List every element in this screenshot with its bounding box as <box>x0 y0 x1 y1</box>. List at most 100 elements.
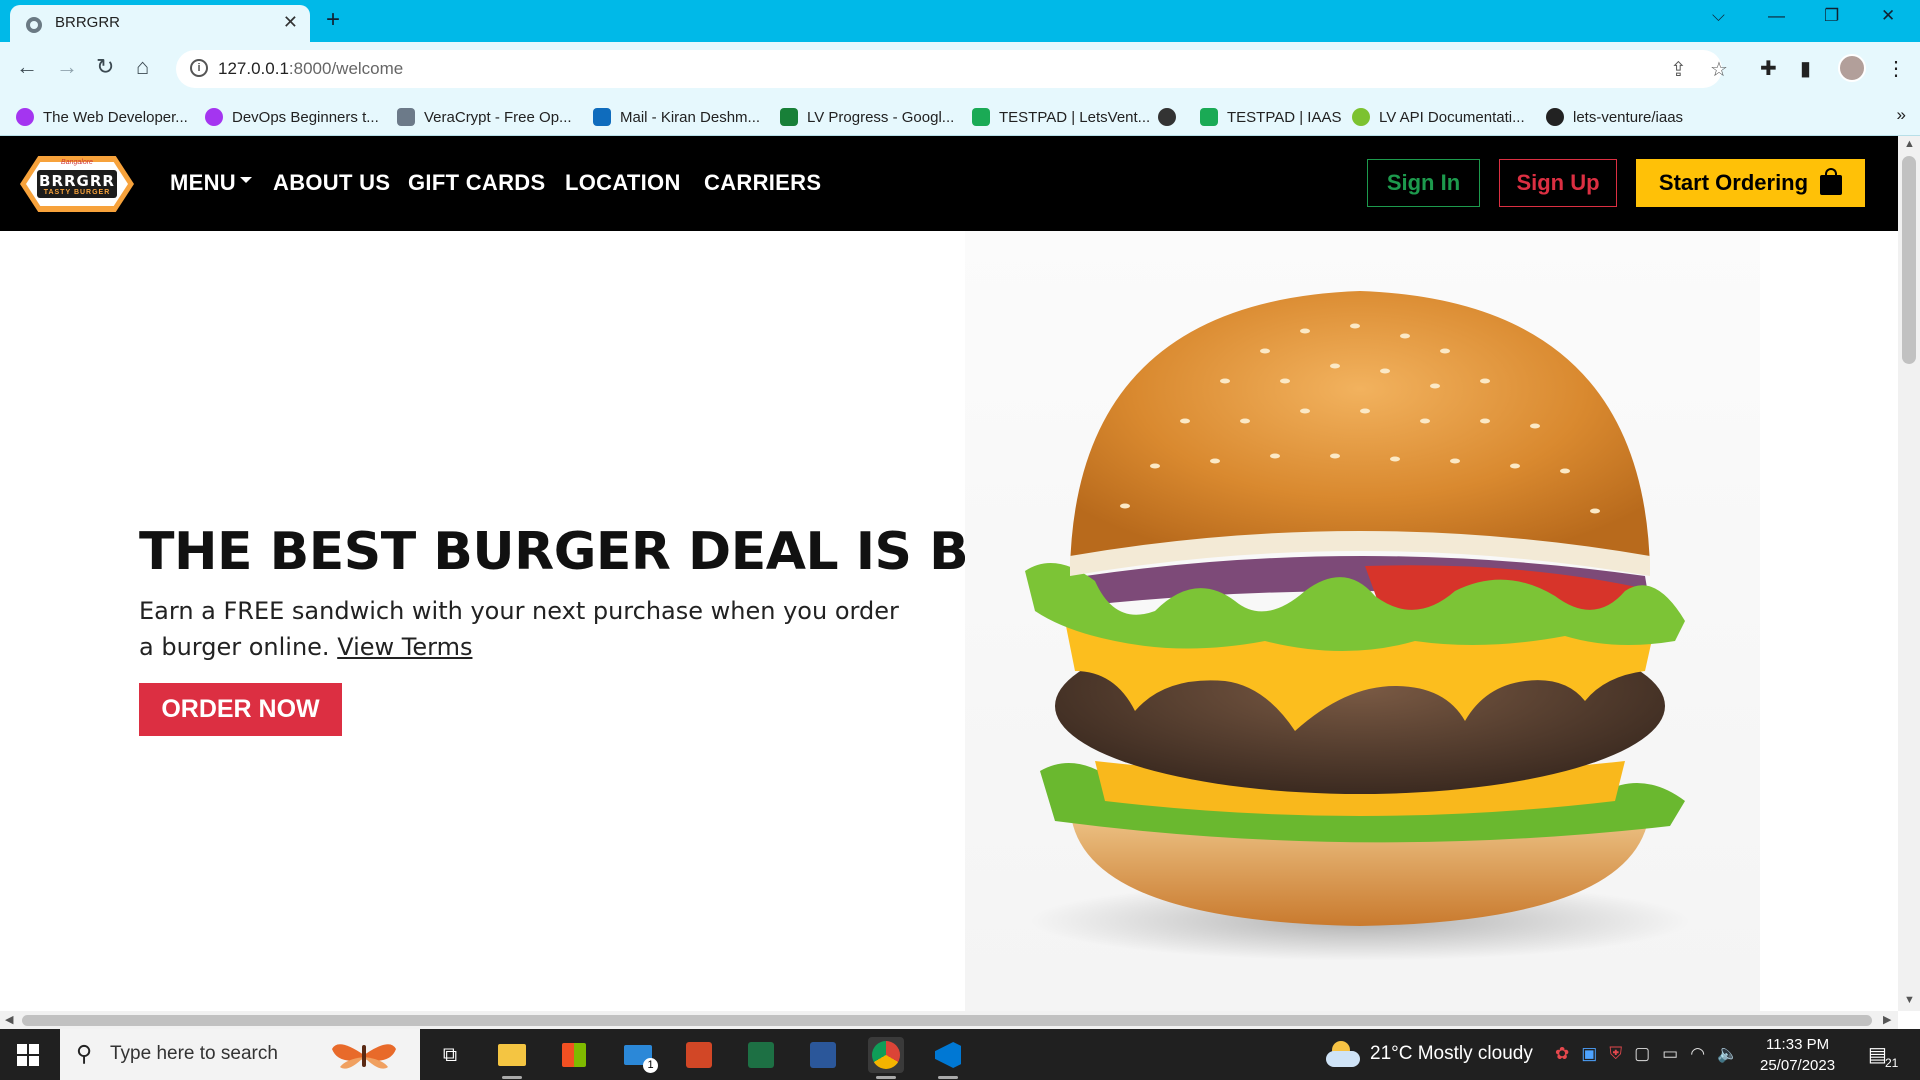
profile-avatar[interactable] <box>1838 54 1866 82</box>
microsoft-store-icon[interactable] <box>556 1037 592 1073</box>
sign-up-button[interactable]: Sign Up <box>1499 159 1617 207</box>
side-panel-icon[interactable]: ▮ <box>1800 56 1811 81</box>
bookmark-label: LV Progress - Googl... <box>807 108 955 126</box>
caret-down-icon <box>239 177 252 184</box>
powerpoint-icon[interactable] <box>681 1037 717 1073</box>
sign-in-button[interactable]: Sign In <box>1367 159 1480 207</box>
view-terms-link[interactable]: View Terms <box>337 633 472 661</box>
horizontal-scrollbar[interactable]: ◀ ▶ <box>0 1011 1898 1029</box>
globe-icon <box>1158 108 1176 126</box>
start-ordering-button[interactable]: Start Ordering <box>1636 159 1865 207</box>
search-icon: ⚲ <box>76 1041 93 1066</box>
more-bookmarks-icon[interactable]: » <box>1897 105 1906 125</box>
bookmark-item[interactable]: LV Progress - Googl... <box>780 106 954 128</box>
swagger-icon <box>1352 108 1370 126</box>
windows-taskbar: ⚲ Type here to search ⧉ 1 21°C Mostly cl… <box>0 1029 1920 1080</box>
bookmark-label: LV API Documentati... <box>1379 108 1525 126</box>
bookmark-label: Mail - Kiran Deshm... <box>620 108 761 126</box>
moth-illustration-icon <box>332 1044 396 1069</box>
clock-date: 25/07/2023 <box>1760 1057 1836 1074</box>
shopping-bag-icon <box>1820 168 1843 195</box>
taskbar-clock[interactable]: 11:33 PM 25/07/2023 <box>1760 1034 1835 1076</box>
weather-widget[interactable]: 21°C Mostly cloudy <box>1326 1041 1533 1067</box>
more-menu-icon[interactable]: ⋮ <box>1886 56 1906 81</box>
address-bar[interactable]: i 127.0.0.1:8000/welcome ⇪ ☆ <box>176 50 1728 88</box>
vscode-icon[interactable] <box>930 1037 966 1079</box>
bookmark-item[interactable]: VeraCrypt - Free Op... <box>397 106 572 128</box>
device-icon[interactable]: ▢ <box>1634 1044 1650 1064</box>
word-icon[interactable] <box>805 1037 841 1073</box>
veracrypt-icon <box>397 108 415 126</box>
close-tab-icon[interactable]: ✕ <box>283 12 298 33</box>
windows-start-icon[interactable] <box>17 1044 39 1066</box>
scroll-down-icon[interactable]: ▼ <box>1904 994 1915 1006</box>
task-view-icon[interactable]: ⧉ <box>432 1037 468 1073</box>
vertical-scroll-thumb[interactable] <box>1902 156 1916 364</box>
tab-title: BRRGRR <box>55 14 121 31</box>
site-header: Bangalore BRRGRR TASTY BURGER MENU ABOUT… <box>0 136 1898 231</box>
battery-icon[interactable]: ▭ <box>1662 1044 1678 1064</box>
new-tab-button[interactable]: + <box>326 6 340 34</box>
bookmark-item[interactable]: LV API Documentati... <box>1352 106 1525 128</box>
close-window-icon[interactable]: ✕ <box>1881 6 1895 26</box>
burger-image <box>965 231 1760 1011</box>
excel-icon[interactable] <box>743 1037 779 1073</box>
forward-icon[interactable]: → <box>56 54 78 80</box>
hero-title: THE BEST BURGER DEAL IS BACK <box>139 522 1086 582</box>
extensions-icon[interactable]: ✚ <box>1760 56 1777 81</box>
order-now-button[interactable]: ORDER NOW <box>139 683 342 736</box>
bookmark-star-icon[interactable]: ☆ <box>1710 57 1728 82</box>
github-icon <box>1546 108 1564 126</box>
logo-subtitle: TASTY BURGER <box>43 189 111 196</box>
scroll-up-icon[interactable]: ▲ <box>1904 138 1915 150</box>
weather-text: 21°C Mostly cloudy <box>1370 1043 1533 1064</box>
browser-tab[interactable]: BRRGRR ✕ <box>10 5 310 42</box>
horizontal-scroll-thumb[interactable] <box>22 1015 1872 1026</box>
bookmark-label: DevOps Beginners t... <box>232 108 379 126</box>
network-app-icon[interactable]: ▣ <box>1581 1044 1597 1064</box>
url-host: 127.0.0.1 <box>218 59 289 78</box>
nav-carriers[interactable]: CARRIERS <box>704 170 821 196</box>
restore-icon[interactable]: ❐ <box>1824 6 1839 26</box>
nav-about-us[interactable]: ABOUT US <box>273 170 390 196</box>
bookmark-item[interactable]: TESTPAD | LetsVent... <box>972 106 1150 128</box>
globe-icon <box>26 17 42 33</box>
scroll-left-icon[interactable]: ◀ <box>5 1013 13 1026</box>
bookmark-item[interactable] <box>1158 106 1185 128</box>
browser-toolbar: ← → ↻ ⌂ i 127.0.0.1:8000/welcome ⇪ ☆ ✚ ▮… <box>0 42 1920 97</box>
reload-icon[interactable]: ↻ <box>96 54 114 80</box>
logo-wordmark: BRRGRR <box>39 172 115 190</box>
wifi-icon[interactable]: ◠ <box>1690 1044 1705 1064</box>
nav-gift-cards[interactable]: GIFT CARDS <box>408 170 545 196</box>
nav-menu[interactable]: MENU <box>170 170 252 196</box>
scroll-right-icon[interactable]: ▶ <box>1883 1013 1891 1026</box>
nav-location[interactable]: LOCATION <box>565 170 681 196</box>
url-text: 127.0.0.1:8000/welcome <box>218 59 403 79</box>
site-info-icon[interactable]: i <box>190 59 208 77</box>
bookmark-label: The Web Developer... <box>43 108 188 126</box>
bookmark-item[interactable]: DevOps Beginners t... <box>205 106 379 128</box>
app-tray-icon[interactable]: ✿ <box>1555 1044 1569 1064</box>
home-icon[interactable]: ⌂ <box>136 54 149 80</box>
cloudy-weather-icon <box>1326 1041 1360 1067</box>
volume-icon[interactable]: 🔈 <box>1717 1044 1738 1064</box>
taskbar-search-box[interactable]: ⚲ Type here to search <box>60 1029 420 1080</box>
file-explorer-icon[interactable] <box>494 1037 530 1079</box>
bookmark-item[interactable]: Mail - Kiran Deshm... <box>593 106 760 128</box>
hero-text: Earn a FREE sandwich with your next purc… <box>139 597 899 661</box>
share-icon[interactable]: ⇪ <box>1670 57 1687 82</box>
outlook-icon <box>593 108 611 126</box>
bookmark-item[interactable]: lets-venture/iaas <box>1546 106 1683 128</box>
chrome-icon[interactable] <box>868 1037 904 1079</box>
back-icon[interactable]: ← <box>16 54 38 80</box>
bookmark-label: lets-venture/iaas <box>1573 108 1684 126</box>
brrgrr-logo[interactable]: Bangalore BRRGRR TASTY BURGER <box>20 156 134 212</box>
mail-icon[interactable]: 1 <box>620 1037 658 1073</box>
tab-search-icon[interactable]: ⌵ <box>1712 6 1725 26</box>
minimize-icon[interactable]: — <box>1768 6 1785 26</box>
bookmark-item[interactable]: TESTPAD | IAAS <box>1200 106 1341 128</box>
bookmark-item[interactable]: The Web Developer... <box>16 106 188 128</box>
security-shield-icon[interactable]: ⛨ <box>1609 1044 1622 1064</box>
clock-time: 11:33 PM <box>1765 1036 1830 1053</box>
vertical-scrollbar[interactable]: ▲ ▼ <box>1898 136 1920 1011</box>
